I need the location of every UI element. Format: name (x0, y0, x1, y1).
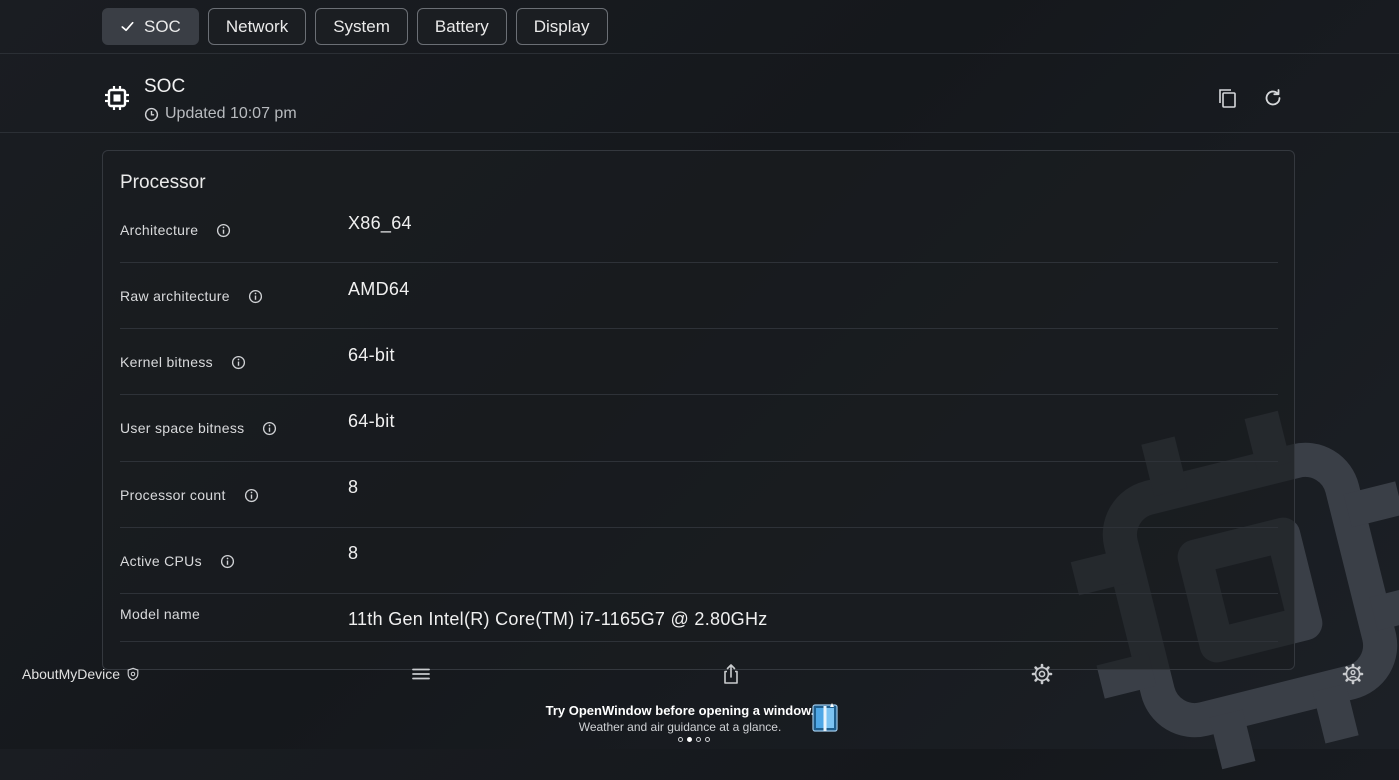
info-icon[interactable] (216, 223, 231, 238)
app-name: AboutMyDevice (22, 666, 121, 682)
menu-icon[interactable] (409, 662, 433, 686)
info-row-model-name: Model name 11th Gen Intel(R) Core(TM) i7… (120, 594, 1278, 642)
app-brand: AboutMyDevice (22, 666, 140, 682)
refresh-icon[interactable] (1261, 86, 1285, 110)
row-label: User space bitness (120, 420, 245, 436)
tab-label: Network (225, 16, 289, 36)
check-icon (121, 21, 134, 32)
settings-alt-icon[interactable] (1341, 662, 1365, 686)
info-icon[interactable] (231, 355, 246, 370)
row-value: 8 (348, 543, 359, 563)
row-divider (120, 641, 1278, 642)
carousel-dot-active[interactable] (687, 737, 692, 742)
tab-label: Battery (434, 16, 489, 36)
info-row-kernel-bitness: Kernel bitness 64-bit (120, 329, 1278, 395)
info-row-architecture: Architecture X86_64 (120, 197, 1278, 263)
clock-icon (144, 107, 159, 121)
tab-display[interactable]: Display (515, 8, 608, 45)
tab-system[interactable]: System (315, 8, 408, 45)
row-label: Active CPUs (120, 553, 202, 569)
shield-icon (127, 667, 139, 681)
category-tabs: SOC Network System Battery Display (102, 8, 608, 45)
processor-card: Processor Architecture X86_64 Raw archit… (102, 150, 1295, 670)
row-label: Raw architecture (120, 288, 230, 304)
window-app-icon[interactable] (810, 701, 840, 733)
row-value: 64-bit (348, 411, 395, 431)
share-icon[interactable] (719, 662, 743, 686)
carousel-dot[interactable] (705, 737, 710, 742)
info-row-active-cpus: Active CPUs 8 (120, 528, 1278, 594)
ad-title[interactable]: Try OpenWindow before opening a window. (530, 703, 830, 718)
row-value: 64-bit (348, 345, 395, 365)
section-title: SOC (144, 76, 186, 97)
row-label: Architecture (120, 222, 199, 238)
info-icon[interactable] (262, 421, 277, 436)
info-row-raw-architecture: Raw architecture AMD64 (120, 263, 1278, 329)
row-value: 11th Gen Intel(R) Core(TM) i7-1165G7 @ 2… (348, 609, 768, 629)
divider (0, 132, 1399, 133)
carousel-dots (678, 737, 710, 742)
tab-battery[interactable]: Battery (416, 8, 507, 45)
tab-label: SOC (144, 16, 181, 36)
info-icon[interactable] (244, 488, 259, 503)
divider (0, 53, 1399, 54)
copy-icon[interactable] (1216, 86, 1240, 110)
info-row-user-space-bitness: User space bitness 64-bit (120, 395, 1278, 462)
carousel-dot[interactable] (678, 737, 683, 742)
updated-text: Updated 10:07 pm (165, 105, 297, 122)
info-icon[interactable] (248, 289, 263, 304)
row-label: Kernel bitness (120, 354, 213, 370)
chip-icon (105, 86, 129, 110)
row-value: X86_64 (348, 213, 412, 233)
ad-subtitle: Weather and air guidance at a glance. (578, 720, 782, 734)
tab-label: System (333, 16, 390, 36)
carousel-dot[interactable] (696, 737, 701, 742)
updated-timestamp: Updated 10:07 pm (144, 105, 297, 123)
settings-icon[interactable] (1030, 662, 1054, 686)
info-row-processor-count: Processor count 8 (120, 462, 1278, 528)
row-label: Model name (120, 606, 201, 622)
tab-label: Display (533, 16, 590, 36)
row-value: AMD64 (348, 279, 410, 299)
info-icon[interactable] (220, 554, 235, 569)
tab-soc[interactable]: SOC (102, 8, 199, 45)
tab-network[interactable]: Network (207, 8, 307, 45)
row-label: Processor count (120, 487, 226, 503)
card-title: Processor (120, 172, 206, 193)
row-value: 8 (348, 477, 359, 497)
